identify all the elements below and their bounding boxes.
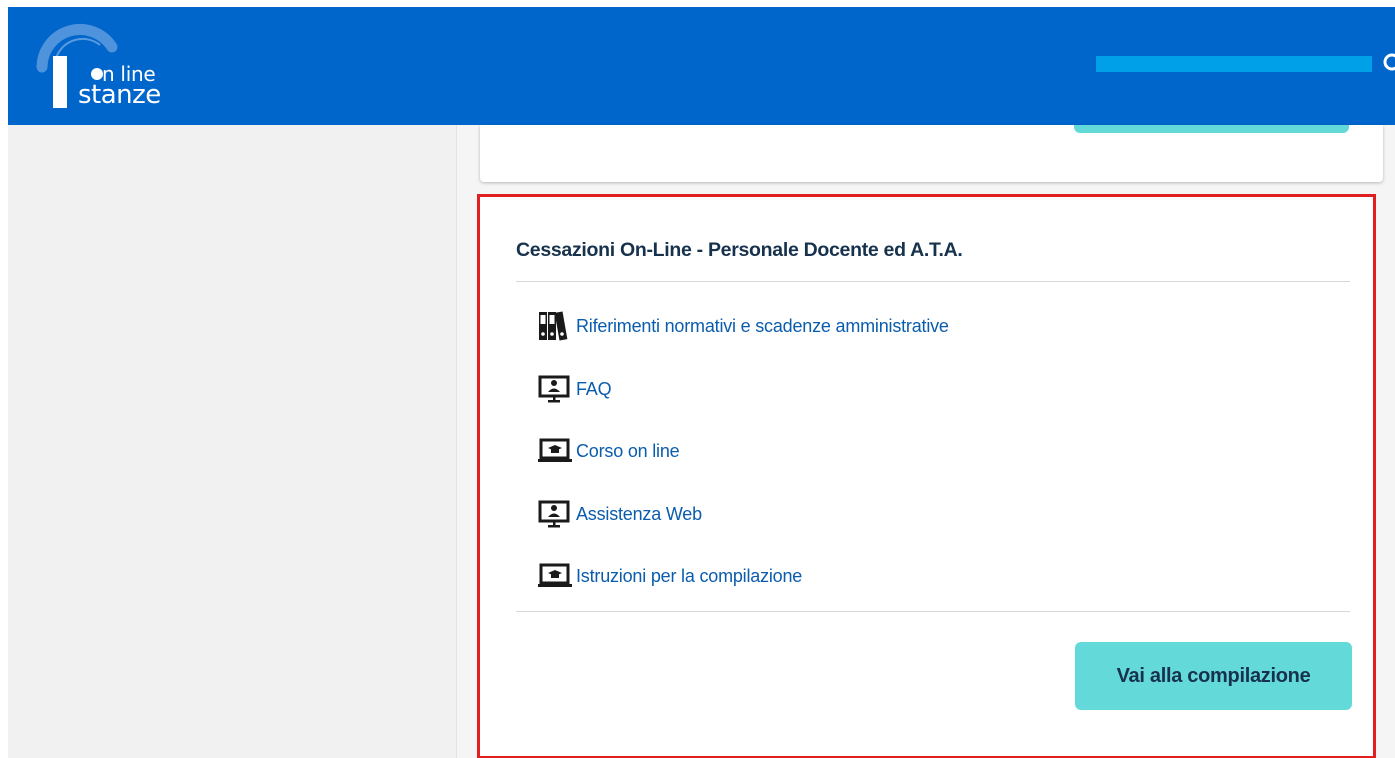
binders-icon: [539, 311, 568, 341]
card-top-divider: [516, 281, 1350, 282]
link-label: Istruzioni per la compilazione: [576, 565, 803, 586]
istanze-online-logo[interactable]: n line stanze: [20, 7, 190, 125]
previous-card-button[interactable]: [1074, 125, 1349, 133]
service-card: Cessazioni On-Line - Personale Docente e…: [477, 194, 1376, 758]
link-istruzioni-compilazione[interactable]: Istruzioni per la compilazione: [537, 560, 802, 592]
monitor-user-icon: [538, 375, 570, 403]
header-bar: n line stanze: [8, 7, 1395, 125]
link-corso-on-line[interactable]: Corso on line: [537, 435, 680, 467]
link-label: FAQ: [576, 378, 612, 399]
laptop-graduation-icon: [538, 438, 572, 462]
link-assistenza-web[interactable]: Assistenza Web: [537, 498, 702, 530]
link-label: Riferimenti normativi e scadenze amminis…: [576, 315, 949, 336]
link-faq[interactable]: FAQ: [537, 373, 612, 405]
user-menu-icon[interactable]: [1378, 47, 1395, 77]
logo-text-istanze: stanze: [78, 80, 161, 110]
link-riferimenti-normativi[interactable]: Riferimenti normativi e scadenze amminis…: [537, 310, 949, 342]
left-sidebar: [8, 125, 456, 758]
card-bottom-divider: [516, 611, 1350, 612]
app-window: n line stanze Cessazioni On-Line - Perso…: [0, 0, 1395, 758]
laptop-graduation-icon: [538, 563, 572, 587]
monitor-user-icon: [538, 500, 570, 528]
link-label: Assistenza Web: [576, 503, 702, 524]
previous-service-card: [480, 125, 1383, 182]
link-label: Corso on line: [576, 440, 680, 461]
vai-alla-compilazione-button[interactable]: Vai alla compilazione: [1075, 642, 1352, 710]
card-title: Cessazioni On-Line - Personale Docente e…: [516, 239, 963, 261]
redacted-user-area: [1096, 56, 1372, 72]
